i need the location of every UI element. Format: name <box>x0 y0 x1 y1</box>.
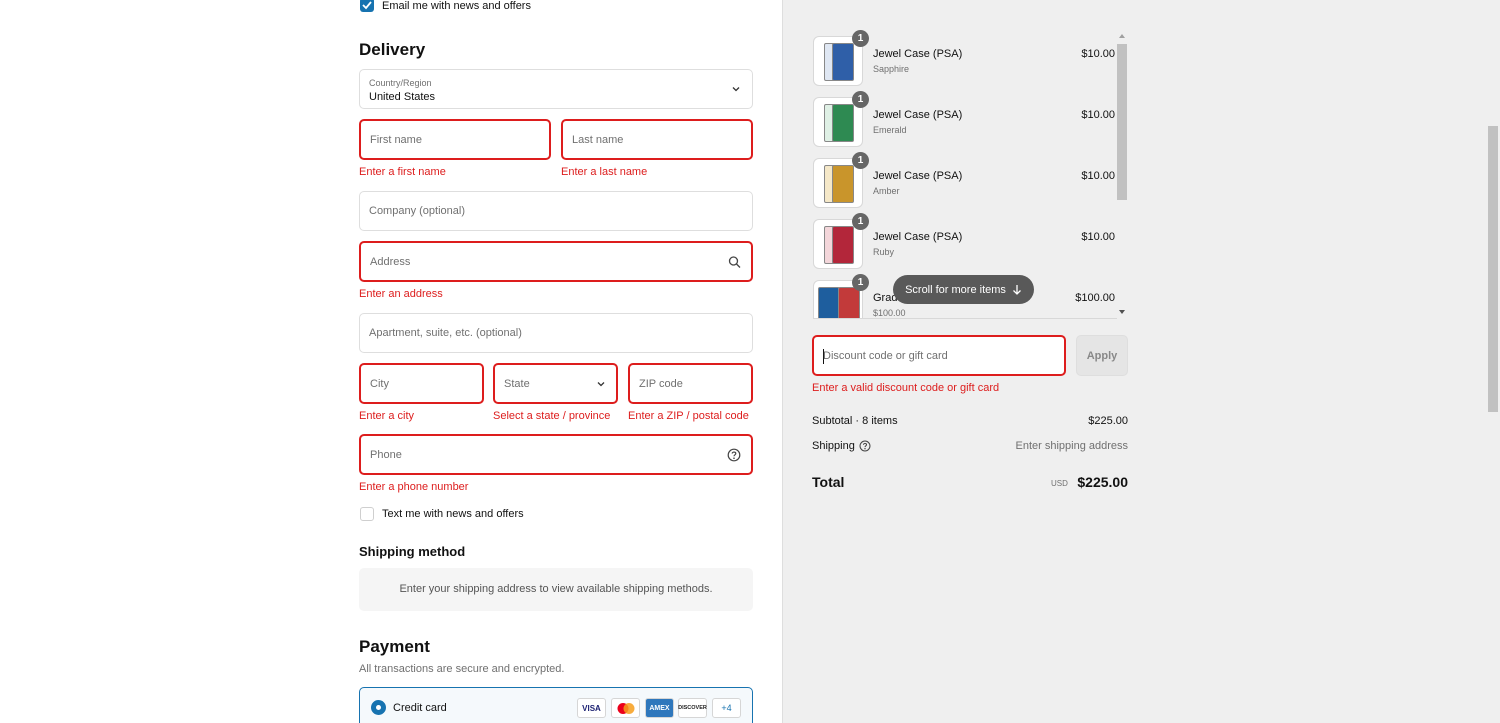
mastercard-logo <box>611 698 640 718</box>
cart-item: 1 Jewel Case (PSA) Sapphire $10.00 <box>813 30 1129 88</box>
country-label: Country/Region <box>369 78 432 88</box>
last-name-input[interactable]: Last name <box>561 119 753 160</box>
shipping-method-message: Enter your shipping address to view avai… <box>399 583 713 595</box>
address-error: Enter an address <box>359 288 443 300</box>
shipping-value: Enter shipping address <box>1015 440 1128 452</box>
scroll-down-arrow-icon[interactable] <box>1118 309 1126 315</box>
item-name: Jewel Case (PSA) <box>873 170 963 182</box>
help-circle-icon[interactable] <box>727 448 741 462</box>
help-circle-icon[interactable] <box>859 440 871 452</box>
quantity-badge: 1 <box>852 274 869 291</box>
item-name: Jewel Case (PSA) <box>873 109 963 121</box>
apartment-placeholder: Apartment, suite, etc. (optional) <box>369 327 522 339</box>
item-price: $10.00 <box>1081 231 1115 243</box>
item-variant: Ruby <box>873 247 895 257</box>
state-placeholder: State <box>504 377 530 390</box>
company-input[interactable]: Company (optional) <box>359 191 753 231</box>
credit-card-label: Credit card <box>393 702 447 714</box>
item-name: Jewel Case (PSA) <box>873 48 963 60</box>
total-label: Total <box>812 474 845 490</box>
item-variant: Emerald <box>873 125 907 135</box>
sms-opt-in-checkbox[interactable] <box>360 507 374 521</box>
payment-heading: Payment <box>359 637 430 656</box>
country-value: United States <box>369 91 436 103</box>
last-name-placeholder: Last name <box>572 133 624 146</box>
phone-error: Enter a phone number <box>359 481 469 493</box>
discount-placeholder: Discount code or gift card <box>823 349 948 362</box>
delivery-heading: Delivery <box>359 40 426 59</box>
first-name-error: Enter a first name <box>359 166 446 178</box>
scroll-for-more-button[interactable]: Scroll for more items <box>893 275 1034 304</box>
apartment-input[interactable]: Apartment, suite, etc. (optional) <box>359 313 753 353</box>
arrow-down-icon <box>1012 285 1021 295</box>
quantity-badge: 1 <box>852 91 869 108</box>
chevron-down-icon <box>597 381 605 386</box>
subtotal-value: $225.00 <box>1088 415 1128 427</box>
discount-code-input[interactable]: Discount code or gift card <box>812 335 1066 376</box>
item-variant: $100.00 <box>873 308 906 318</box>
zip-placeholder: ZIP code <box>639 377 683 390</box>
first-name-placeholder: First name <box>370 133 422 146</box>
subtotal-label: Subtotal · 8 items <box>812 415 898 427</box>
cart-scrollbar-thumb[interactable] <box>1117 44 1127 200</box>
page-scrollbar-thumb[interactable] <box>1488 126 1498 412</box>
item-price: $10.00 <box>1081 48 1115 60</box>
cart-item: 1 Jewel Case (PSA) Ruby $10.00 <box>813 213 1129 271</box>
shipping-label: Shipping <box>812 440 855 452</box>
address-input[interactable]: Address <box>359 241 753 282</box>
item-price: $100.00 <box>1075 292 1115 304</box>
city-error: Enter a city <box>359 410 415 422</box>
scroll-hint-label: Scroll for more items <box>905 283 1006 296</box>
address-placeholder: Address <box>370 255 411 268</box>
phone-placeholder: Phone <box>370 448 402 461</box>
currency-code: USD <box>1051 479 1068 488</box>
last-name-error: Enter a last name <box>561 166 648 178</box>
item-variant: Sapphire <box>873 64 910 74</box>
discover-logo: DISCOVER <box>678 698 707 718</box>
discount-error: Enter a valid discount code or gift card <box>812 382 1000 394</box>
country-select[interactable]: Country/Region United States <box>359 69 753 109</box>
city-input[interactable]: City <box>359 363 484 404</box>
city-placeholder: City <box>370 377 389 390</box>
item-price: $10.00 <box>1081 109 1115 121</box>
sms-opt-in-label: Text me with news and offers <box>382 508 524 520</box>
quantity-badge: 1 <box>852 213 869 230</box>
phone-input[interactable]: Phone <box>359 434 753 475</box>
scroll-up-arrow-icon[interactable] <box>1118 33 1126 39</box>
item-variant: Amber <box>873 186 900 196</box>
quantity-badge: 1 <box>852 30 869 47</box>
cart-item: 1 Jewel Case (PSA) Amber $10.00 <box>813 152 1129 210</box>
visa-logo: VISA <box>577 698 606 718</box>
total-value: $225.00 <box>1077 474 1128 490</box>
shipping-method-placeholder-box: Enter your shipping address to view avai… <box>359 568 753 611</box>
chevron-down-icon <box>732 87 740 92</box>
more-cards-badge: +4 <box>712 698 741 718</box>
credit-card-radio[interactable] <box>371 700 386 715</box>
apply-discount-button[interactable]: Apply <box>1076 335 1128 376</box>
first-name-input[interactable]: First name <box>359 119 551 160</box>
credit-card-option[interactable]: Credit card VISA AMEX DISCOVER +4 <box>359 687 753 723</box>
email-opt-in-checkbox[interactable] <box>360 0 374 12</box>
search-icon <box>728 255 741 268</box>
zip-error: Enter a ZIP / postal code <box>628 410 749 422</box>
amex-logo: AMEX <box>645 698 674 718</box>
company-placeholder: Company (optional) <box>369 205 465 217</box>
quantity-badge: 1 <box>852 152 869 169</box>
state-error: Select a state / province <box>493 410 611 422</box>
item-price: $10.00 <box>1081 170 1115 182</box>
cart-list-divider <box>813 318 1117 319</box>
state-select[interactable]: State <box>493 363 618 404</box>
zip-input[interactable]: ZIP code <box>628 363 753 404</box>
shipping-method-heading: Shipping method <box>359 544 466 559</box>
email-opt-in-label: Email me with news and offers <box>382 0 531 12</box>
payment-subtitle: All transactions are secure and encrypte… <box>359 663 565 675</box>
item-name: Jewel Case (PSA) <box>873 231 963 243</box>
cart-item: 1 Jewel Case (PSA) Emerald $10.00 <box>813 91 1129 149</box>
